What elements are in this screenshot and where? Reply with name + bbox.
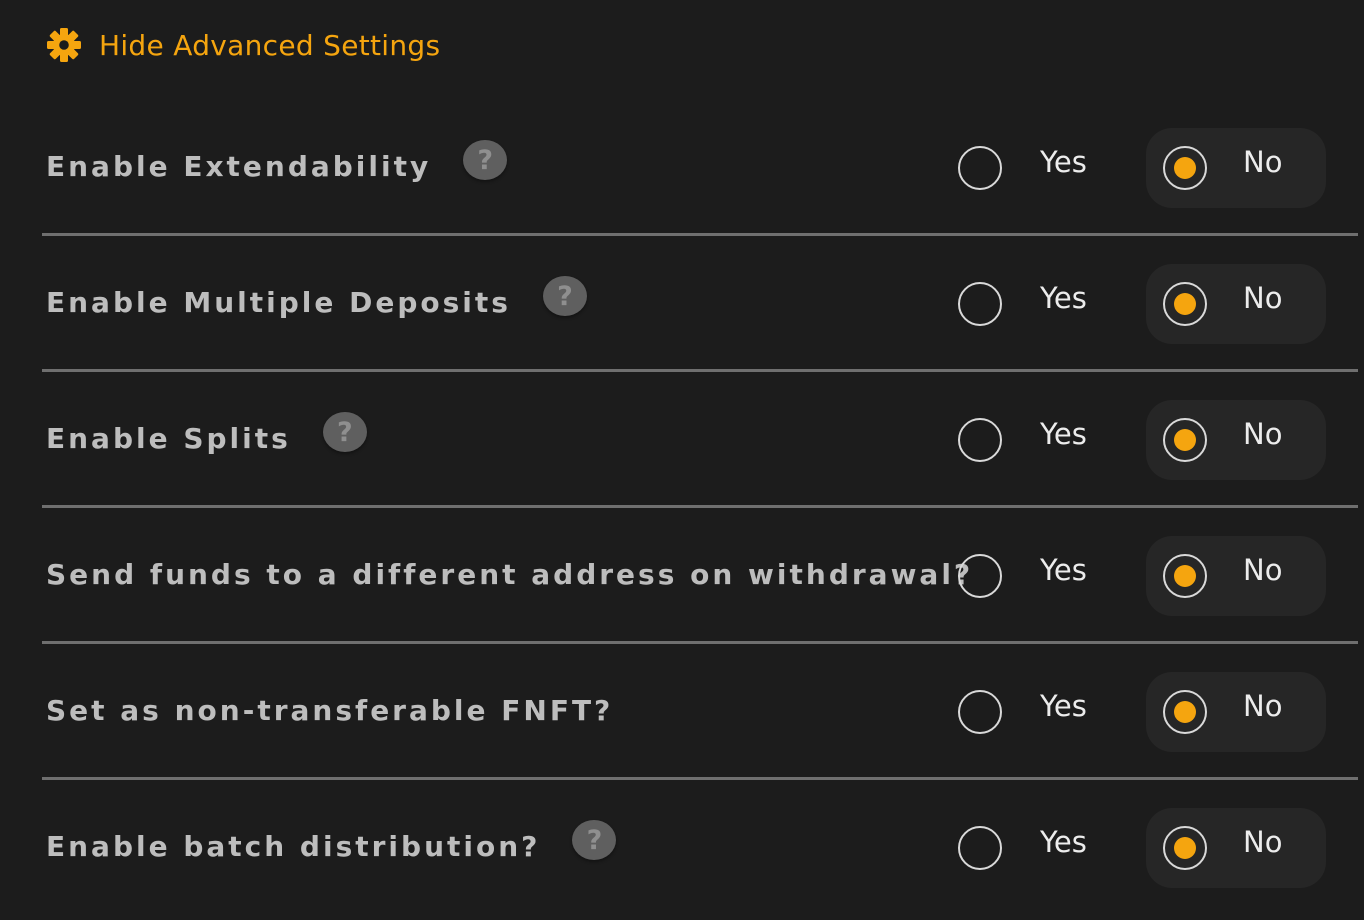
radio-checked-icon[interactable] [1163,282,1207,326]
option-label-yes: Yes [1040,689,1087,723]
yes-radio-option[interactable]: Yes [940,128,1120,208]
setting-label: Enable Extendability [46,149,432,183]
yes-radio-option[interactable]: Yes [940,264,1120,344]
toggle-advanced-label: Hide Advanced Settings [99,28,441,62]
option-label-no: No [1243,553,1283,587]
radio-checked-icon[interactable] [1163,826,1207,870]
radio-unchecked-icon[interactable] [958,690,1002,734]
help-icon[interactable]: ? [322,412,367,452]
option-label-yes: Yes [1040,145,1087,179]
radio-unchecked-icon[interactable] [958,146,1002,190]
setting-label: Enable Multiple Deposits [46,285,511,319]
option-label-no: No [1243,689,1283,723]
option-label-yes: Yes [1040,281,1087,315]
yes-radio-option[interactable]: Yes [940,672,1120,752]
setting-row-batch-distribution: Enable batch distribution? ? Yes No [0,780,1364,916]
radio-checked-icon[interactable] [1163,418,1207,462]
radio-unchecked-icon[interactable] [958,554,1002,598]
radio-unchecked-icon[interactable] [958,418,1002,462]
no-radio-option[interactable]: No [1146,264,1326,344]
help-icon[interactable]: ? [572,820,617,860]
setting-row-withdrawal-address: Send funds to a different address on wit… [0,508,1364,644]
yes-radio-option[interactable]: Yes [940,400,1120,480]
setting-label: Enable Splits [46,421,291,455]
no-radio-option[interactable]: No [1146,808,1326,888]
radio-checked-icon[interactable] [1163,146,1207,190]
advanced-settings-list: Enable Extendability ? Yes No Enable Mul… [0,100,1364,916]
radio-checked-icon[interactable] [1163,690,1207,734]
no-radio-option[interactable]: No [1146,128,1326,208]
radio-unchecked-icon[interactable] [958,826,1002,870]
setting-row-multiple-deposits: Enable Multiple Deposits ? Yes No [0,236,1364,372]
option-label-yes: Yes [1040,825,1087,859]
option-label-yes: Yes [1040,553,1087,587]
setting-row-splits: Enable Splits ? Yes No [0,372,1364,508]
option-label-no: No [1243,145,1283,179]
no-radio-option[interactable]: No [1146,672,1326,752]
no-radio-option[interactable]: No [1146,400,1326,480]
help-icon[interactable]: ? [463,140,508,180]
setting-row-non-transferable: Set as non-transferable FNFT? Yes No [0,644,1364,780]
yes-radio-option[interactable]: Yes [940,536,1120,616]
yes-radio-option[interactable]: Yes [940,808,1120,888]
help-icon[interactable]: ? [542,276,587,316]
setting-label: Set as non-transferable FNFT? [46,693,614,727]
radio-checked-icon[interactable] [1163,554,1207,598]
option-label-no: No [1243,417,1283,451]
no-radio-option[interactable]: No [1146,536,1326,616]
option-label-no: No [1243,825,1283,859]
option-label-yes: Yes [1040,417,1087,451]
setting-label: Send funds to a different address on wit… [46,557,974,591]
option-label-no: No [1243,281,1283,315]
gear-icon [47,28,81,62]
toggle-advanced-settings[interactable]: Hide Advanced Settings [46,26,440,64]
setting-row-extendability: Enable Extendability ? Yes No [0,100,1364,236]
radio-unchecked-icon[interactable] [958,282,1002,326]
setting-label: Enable batch distribution? [46,829,541,863]
